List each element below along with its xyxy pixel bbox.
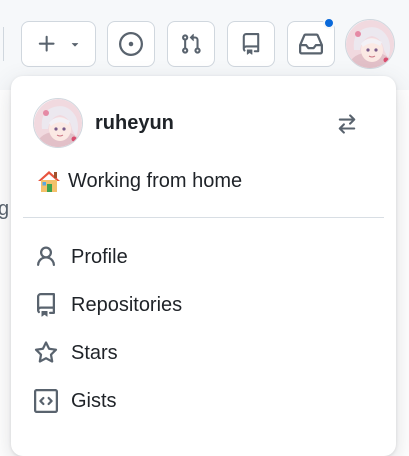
person-icon — [37, 246, 55, 267]
menu-item-profile[interactable]: Profile — [11, 234, 396, 280]
issues-button[interactable] — [107, 21, 155, 67]
repo-icon — [242, 33, 260, 55]
menu-item-label: Gists — [71, 389, 117, 412]
menu-avatar — [33, 98, 83, 148]
menu-item-label: Stars — [71, 341, 118, 364]
menu-item-label: Profile — [71, 245, 128, 268]
plus-icon — [38, 35, 55, 52]
issue-opened-icon — [119, 32, 143, 56]
arrow-switch-icon — [338, 114, 356, 134]
status-text: Working from home — [68, 169, 243, 192]
menu-item-stars[interactable]: Stars — [11, 330, 396, 376]
user-avatar-button[interactable] — [345, 19, 395, 69]
background-text-fragment: g — [0, 198, 8, 220]
pull-requests-button[interactable] — [167, 21, 215, 67]
notification-indicator — [323, 17, 335, 29]
switch-account-button[interactable] — [331, 108, 363, 140]
menu-divider — [23, 217, 384, 218]
menu-user-header[interactable]: ruheyun — [33, 98, 174, 148]
user-menu-dropdown: ruheyun Working from home Profile Reposi… — [11, 76, 396, 456]
triangle-down-icon — [71, 43, 78, 47]
avatar-image — [34, 99, 82, 147]
house-icon — [38, 171, 60, 192]
star-icon — [34, 341, 58, 363]
inbox-icon — [299, 33, 323, 55]
menu-item-repositories[interactable]: Repositories — [11, 282, 396, 328]
avatar-image — [346, 20, 394, 68]
repo-icon — [36, 293, 55, 317]
menu-item-gists[interactable]: Gists — [11, 378, 396, 424]
user-status[interactable]: Working from home — [36, 168, 242, 194]
repositories-button[interactable] — [227, 21, 275, 67]
git-pull-request-icon — [182, 33, 201, 54]
username-label: ruheyun — [95, 111, 174, 134]
menu-item-label: Repositories — [71, 293, 183, 316]
create-new-button[interactable] — [21, 21, 96, 67]
code-square-icon — [34, 389, 58, 413]
header-left-fragment — [0, 27, 4, 61]
